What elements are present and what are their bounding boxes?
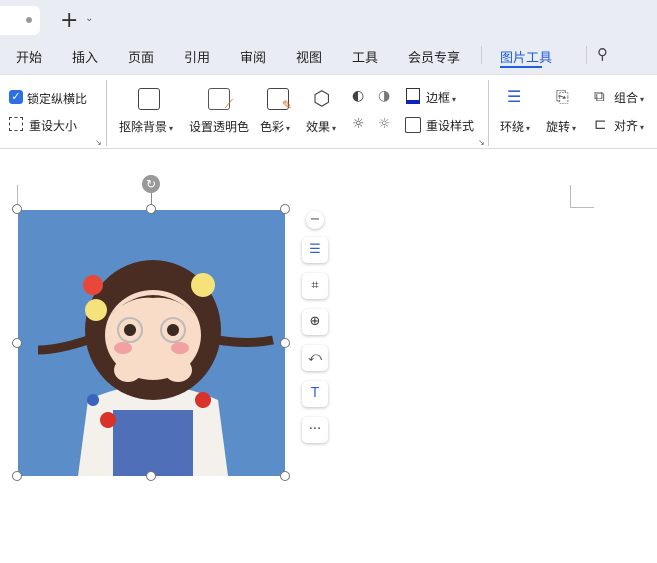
lock-ratio-checkbox[interactable]: ✓ — [9, 90, 23, 104]
resize-handle-e[interactable] — [280, 338, 290, 348]
resize-handle-ne[interactable] — [280, 204, 290, 214]
effects-icon[interactable]: ⬡ — [313, 86, 330, 110]
border-label: 边框 — [426, 91, 451, 105]
effects-label: 效果 — [306, 120, 331, 134]
divider — [106, 80, 107, 146]
more-icon[interactable]: ··· — [302, 417, 328, 443]
menu-view[interactable]: 视图 — [296, 47, 322, 66]
zoom-in-icon[interactable]: ⊕ — [302, 309, 328, 335]
wrap-icon[interactable]: ☰ — [507, 87, 521, 106]
menu-member[interactable]: 会员专享 — [408, 47, 460, 66]
collapse-toolbar-minus-icon[interactable]: − — [306, 211, 324, 229]
divider — [586, 46, 587, 64]
remove-background-icon[interactable] — [138, 88, 160, 110]
title-bar — [0, 0, 657, 74]
resize-handle-w[interactable] — [12, 338, 22, 348]
chevron-down-icon[interactable]: ⌄ — [85, 13, 93, 24]
reset-style-icon[interactable] — [405, 117, 421, 133]
search-icon[interactable]: ⚲ — [597, 45, 608, 63]
wrap-button[interactable]: 环绕 ▾ — [500, 118, 530, 135]
menu-insert[interactable]: 插入 — [72, 47, 98, 66]
crop-icon[interactable]: ⌗ — [302, 273, 328, 299]
selected-picture[interactable] — [18, 210, 285, 476]
decrease-contrast-icon[interactable]: ◑ — [378, 88, 390, 104]
document-tab[interactable] — [0, 6, 40, 35]
divider — [488, 80, 489, 146]
border-button[interactable]: 边框 ▾ — [426, 89, 456, 106]
align-icon[interactable]: ⊏ — [594, 115, 607, 133]
reset-size-button[interactable]: 重设大小 — [29, 117, 77, 134]
color-icon[interactable]: ✎ — [267, 88, 292, 112]
margin-mark — [570, 207, 594, 208]
color-button[interactable]: 色彩 ▾ — [260, 118, 290, 135]
dialog-launcher-icon[interactable]: ↘ — [95, 138, 102, 147]
menu-tools[interactable]: 工具 — [352, 47, 378, 66]
menu-page[interactable]: 页面 — [128, 47, 154, 66]
unsaved-dot-icon — [26, 17, 32, 23]
increase-contrast-icon[interactable]: ◐ — [352, 88, 364, 104]
increase-brightness-icon[interactable]: ☼ — [352, 116, 365, 132]
remove-background-label: 抠除背景 — [119, 120, 168, 134]
border-icon[interactable] — [406, 88, 420, 104]
resize-handle-se[interactable] — [280, 471, 290, 481]
dialog-launcher-icon[interactable]: ↘ — [478, 138, 485, 147]
active-tab-underline — [500, 66, 542, 68]
resize-handle-nw[interactable] — [12, 204, 22, 214]
menu-review[interactable]: 审阅 — [240, 47, 266, 66]
rotate-icon[interactable]: ⎘ — [556, 87, 569, 107]
reset-style-button[interactable]: 重设样式 — [426, 117, 474, 134]
rotate-label: 旋转 — [546, 120, 571, 134]
extract-text-icon[interactable]: T — [302, 381, 328, 407]
plus-icon[interactable]: + — [60, 8, 78, 33]
resize-handle-n[interactable] — [146, 204, 156, 214]
divider — [481, 46, 482, 64]
align-button[interactable]: 对齐 ▾ — [614, 117, 644, 134]
remove-background-button[interactable]: 抠除背景 ▾ — [119, 118, 173, 135]
lock-ratio-label[interactable]: 锁定纵横比 — [27, 90, 87, 107]
set-transparent-icon[interactable]: ⟋ — [208, 88, 233, 111]
set-transparent-button[interactable]: 设置透明色 — [189, 118, 249, 135]
group-icon[interactable]: ⧉ — [594, 87, 605, 105]
wrap-label: 环绕 — [500, 120, 525, 134]
reset-size-icon[interactable] — [9, 117, 23, 131]
effects-button[interactable]: 效果 ▾ — [306, 118, 336, 135]
align-label: 对齐 — [614, 119, 639, 133]
group-button[interactable]: 组合 ▾ — [614, 89, 644, 106]
resize-handle-sw[interactable] — [12, 471, 22, 481]
wrap-text-icon[interactable]: ☰ — [302, 237, 328, 263]
group-label: 组合 — [614, 91, 639, 105]
menu-start[interactable]: 开始 — [16, 47, 42, 66]
margin-mark — [570, 185, 571, 207]
decrease-brightness-icon[interactable]: ☼ — [378, 116, 391, 132]
color-label: 色彩 — [260, 120, 285, 134]
rotate-button[interactable]: 旋转 ▾ — [546, 118, 576, 135]
resize-handle-s[interactable] — [146, 471, 156, 481]
menu-picture-tools[interactable]: 图片工具 — [500, 47, 552, 66]
menu-reference[interactable]: 引用 — [184, 47, 210, 66]
rotate-icon[interactable]: ⤺ — [302, 345, 328, 371]
rotate-handle-icon[interactable]: ↻ — [142, 175, 160, 193]
